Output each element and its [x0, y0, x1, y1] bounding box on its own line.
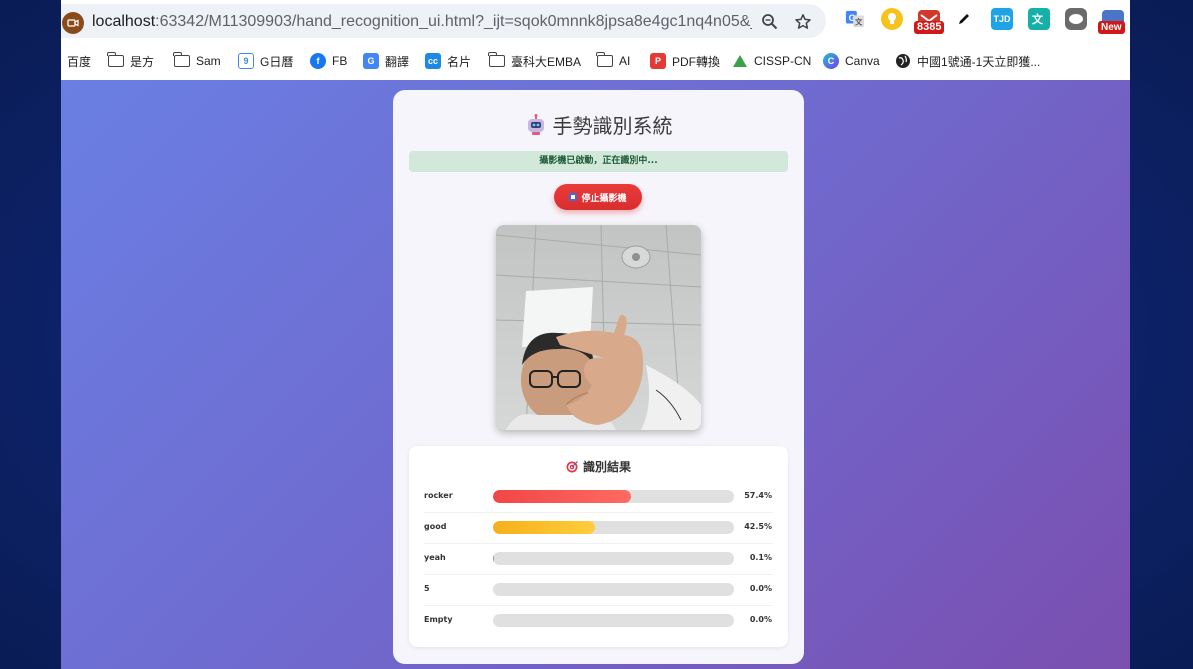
bookmarks-bar: 百度 是方 Sam 9 G日曆 f FB G 翻譯 cc 名片 臺科大EMBA AI P… [61, 42, 1130, 80]
translate-icon: G [363, 53, 379, 69]
camera-video-feed [496, 225, 701, 430]
pen-extension-icon[interactable] [957, 12, 971, 26]
page-title: 手勢識別系統 [393, 110, 804, 139]
result-label: 5 [424, 584, 430, 593]
stop-camera-button[interactable]: 停止攝影機 [554, 184, 642, 210]
bookmark-shifang[interactable]: 是方 [107, 52, 154, 70]
triangle-icon [733, 55, 747, 67]
bookmark-canva[interactable]: C Canva [823, 52, 880, 70]
results-panel: 識別結果 rocker 57.4% good 42.5% yeah 0.1% 5 0.0% Em… [409, 446, 788, 647]
facebook-icon: f [310, 53, 326, 69]
confidence-bar-track [493, 521, 734, 534]
bookmark-pdf[interactable]: P PDF轉換 [650, 52, 720, 70]
confidence-bar-track [493, 490, 734, 503]
svg-text:文: 文 [854, 17, 863, 26]
bookmark-g-calendar[interactable]: 9 G日曆 [238, 52, 293, 70]
result-label: Empty [424, 615, 453, 624]
bookmark-baidu[interactable]: 百度 [67, 52, 91, 70]
confidence-bar-fill [493, 521, 596, 534]
result-percent: 57.4% [744, 491, 772, 500]
result-percent: 42.5% [744, 522, 772, 531]
bookmark-star-icon[interactable] [794, 13, 812, 31]
bookmark-ntust-emba[interactable]: 臺科大EMBA [488, 52, 581, 70]
confidence-bar-fill [493, 552, 495, 565]
result-row: good 42.5% [409, 513, 788, 543]
bookmark-fb[interactable]: f FB [310, 52, 347, 70]
folder-icon [488, 52, 505, 67]
stop-icon [569, 193, 578, 201]
canva-icon: C [823, 53, 839, 69]
result-row: rocker 57.4% [409, 482, 788, 512]
folder-icon [173, 52, 190, 67]
result-label: yeah [424, 553, 446, 562]
google-translate-extension-icon[interactable]: G文 [844, 8, 866, 30]
calendar-icon: 9 [238, 53, 254, 69]
browser-window: localhost:63342/M11309903/hand_recogniti… [61, 0, 1130, 669]
bookmark-cissp[interactable]: CISSP-CN [732, 52, 811, 70]
confidence-bar-track [493, 614, 734, 627]
results-title: 識別結果 [409, 458, 788, 475]
cc-icon: cc [425, 53, 441, 69]
globe-icon [896, 54, 910, 68]
confidence-bar-track [493, 552, 734, 565]
mail-count-badge: 8385 [914, 21, 945, 34]
result-percent: 0.0% [749, 584, 772, 593]
page-content: 手勢識別系統 攝影機已啟動，正在識別中... 停止攝影機 識別結果 rocker… [61, 80, 1130, 669]
pdf-icon: P [650, 53, 666, 69]
target-icon [566, 461, 578, 473]
confidence-bar-fill [493, 490, 632, 503]
bookmark-china-no1[interactable]: 中國1號通-1天立即獲... [895, 52, 1040, 70]
svg-text:文: 文 [1032, 12, 1044, 26]
tjd-extension-icon[interactable]: TJD [991, 8, 1013, 30]
zoom-icon[interactable] [761, 13, 779, 31]
result-percent: 0.1% [749, 553, 772, 562]
address-bar[interactable]: localhost:63342/M11309903/hand_recogniti… [61, 4, 826, 38]
folder-icon [596, 52, 613, 67]
result-label: rocker [424, 491, 453, 500]
result-row: Empty 0.0% [409, 606, 788, 636]
bookmark-ai[interactable]: AI [596, 52, 630, 70]
result-row: 5 0.0% [409, 575, 788, 605]
new-badge: New [1098, 21, 1125, 34]
translate-extension-icon[interactable]: 文 [1028, 8, 1050, 30]
result-label: good [424, 522, 447, 531]
url-text[interactable]: localhost:63342/M11309903/hand_recogniti… [92, 13, 752, 31]
confidence-bar-track [493, 583, 734, 596]
status-banner: 攝影機已啟動，正在識別中... [409, 151, 788, 172]
result-percent: 0.0% [749, 615, 772, 624]
bookmark-card[interactable]: cc 名片 [425, 52, 471, 70]
browser-toolbar: localhost:63342/M11309903/hand_recogniti… [61, 0, 1130, 42]
bookmark-translate[interactable]: G 翻譯 [363, 52, 409, 70]
app-card: 手勢識別系統 攝影機已啟動，正在識別中... 停止攝影機 識別結果 rocker… [393, 90, 804, 664]
camera-site-icon[interactable] [62, 12, 84, 34]
keep-extension-icon[interactable] [881, 8, 903, 30]
result-row: yeah 0.1% [409, 544, 788, 574]
folder-icon [107, 52, 124, 67]
robot-icon [527, 114, 544, 135]
bookmark-sam[interactable]: Sam [173, 52, 221, 70]
chat-extension-icon[interactable] [1065, 8, 1087, 30]
